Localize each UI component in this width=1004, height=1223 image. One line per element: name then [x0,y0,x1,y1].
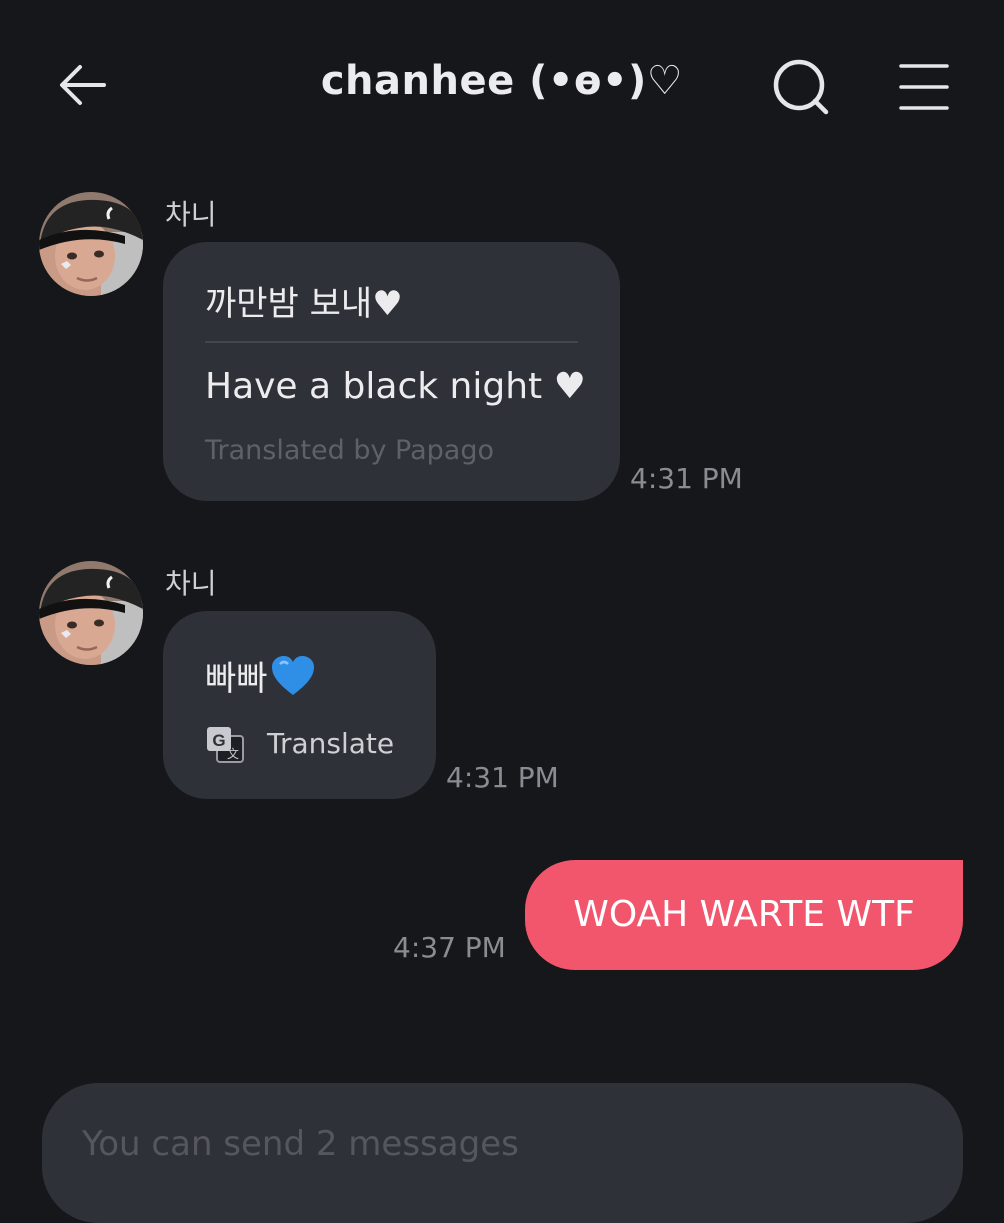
search-icon [773,59,829,115]
message-bubble[interactable]: 까만밤 보내♥ Have a black night ♥ Translated … [163,242,620,501]
message-timestamp: 4:37 PM [393,931,506,964]
translation-credit: Translated by Papago [205,435,494,466]
message-text-content: 빠빠 [205,659,268,699]
sender-avatar[interactable] [39,192,143,296]
translate-label: Translate [267,727,395,760]
translate-icon: G 文 [207,727,244,763]
message-timestamp: 4:31 PM [630,462,743,495]
sender-avatar[interactable] [39,561,143,665]
message-composer [42,1083,963,1223]
message-timestamp: 4:31 PM [446,761,559,794]
menu-button[interactable] [895,58,953,116]
avatar-photo [39,192,143,296]
hamburger-menu-icon [899,64,949,110]
avatar-photo [39,561,143,665]
sender-name: 차니 [165,567,217,600]
blue-heart-icon [270,655,316,706]
original-text: 까만밤 보내♥ [205,284,403,324]
chat-title: chanhee (•ɵ•)♡ [320,58,684,104]
svg-text:文: 文 [227,746,239,761]
svg-text:G: G [212,731,225,750]
message-text: WOAH WARTE WTF [573,894,915,935]
divider [205,341,578,343]
message-bubble[interactable]: 빠빠 G 文 Translate [163,611,436,799]
chat-header: chanhee (•ɵ•)♡ [0,0,1004,170]
sender-name: 차니 [165,198,217,231]
message-input[interactable] [82,1119,882,1169]
outgoing-message-bubble[interactable]: WOAH WARTE WTF [525,860,963,970]
search-button[interactable] [770,56,834,120]
translated-text: Have a black night ♥ [205,366,586,407]
message-text: 빠빠 [205,651,316,706]
